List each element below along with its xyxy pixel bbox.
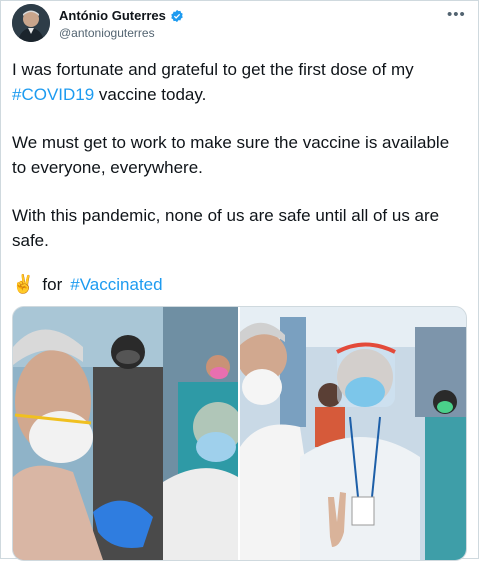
more-options-icon[interactable]: ••• [447, 6, 466, 23]
tweet-paragraph: We must get to work to make sure the vac… [12, 133, 450, 177]
photo-right[interactable] [240, 307, 466, 560]
verified-badge-icon [171, 9, 183, 22]
hashtag-covid19[interactable]: #COVID19 [12, 85, 94, 104]
photo-left[interactable] [13, 307, 238, 560]
vaccinated-line: ✌ for #Vaccinated [12, 274, 163, 295]
tweet-text: I was fortunate and grateful to get the … [12, 58, 467, 277]
author-handle[interactable]: @antonioguterres [59, 26, 155, 40]
victory-hand-emoji: ✌ [12, 274, 35, 294]
hashtag-vaccinated[interactable]: #Vaccinated [70, 275, 162, 295]
for-word: for [42, 274, 63, 294]
tweet-paragraph: I was fortunate and grateful to get the … [12, 60, 414, 104]
media-grid [12, 306, 467, 561]
author-avatar[interactable] [12, 4, 50, 42]
tweet-paragraph: With this pandemic, none of us are safe … [12, 206, 440, 250]
author-name[interactable]: António Guterres [59, 8, 166, 23]
author-name-row[interactable]: António Guterres [59, 8, 184, 23]
